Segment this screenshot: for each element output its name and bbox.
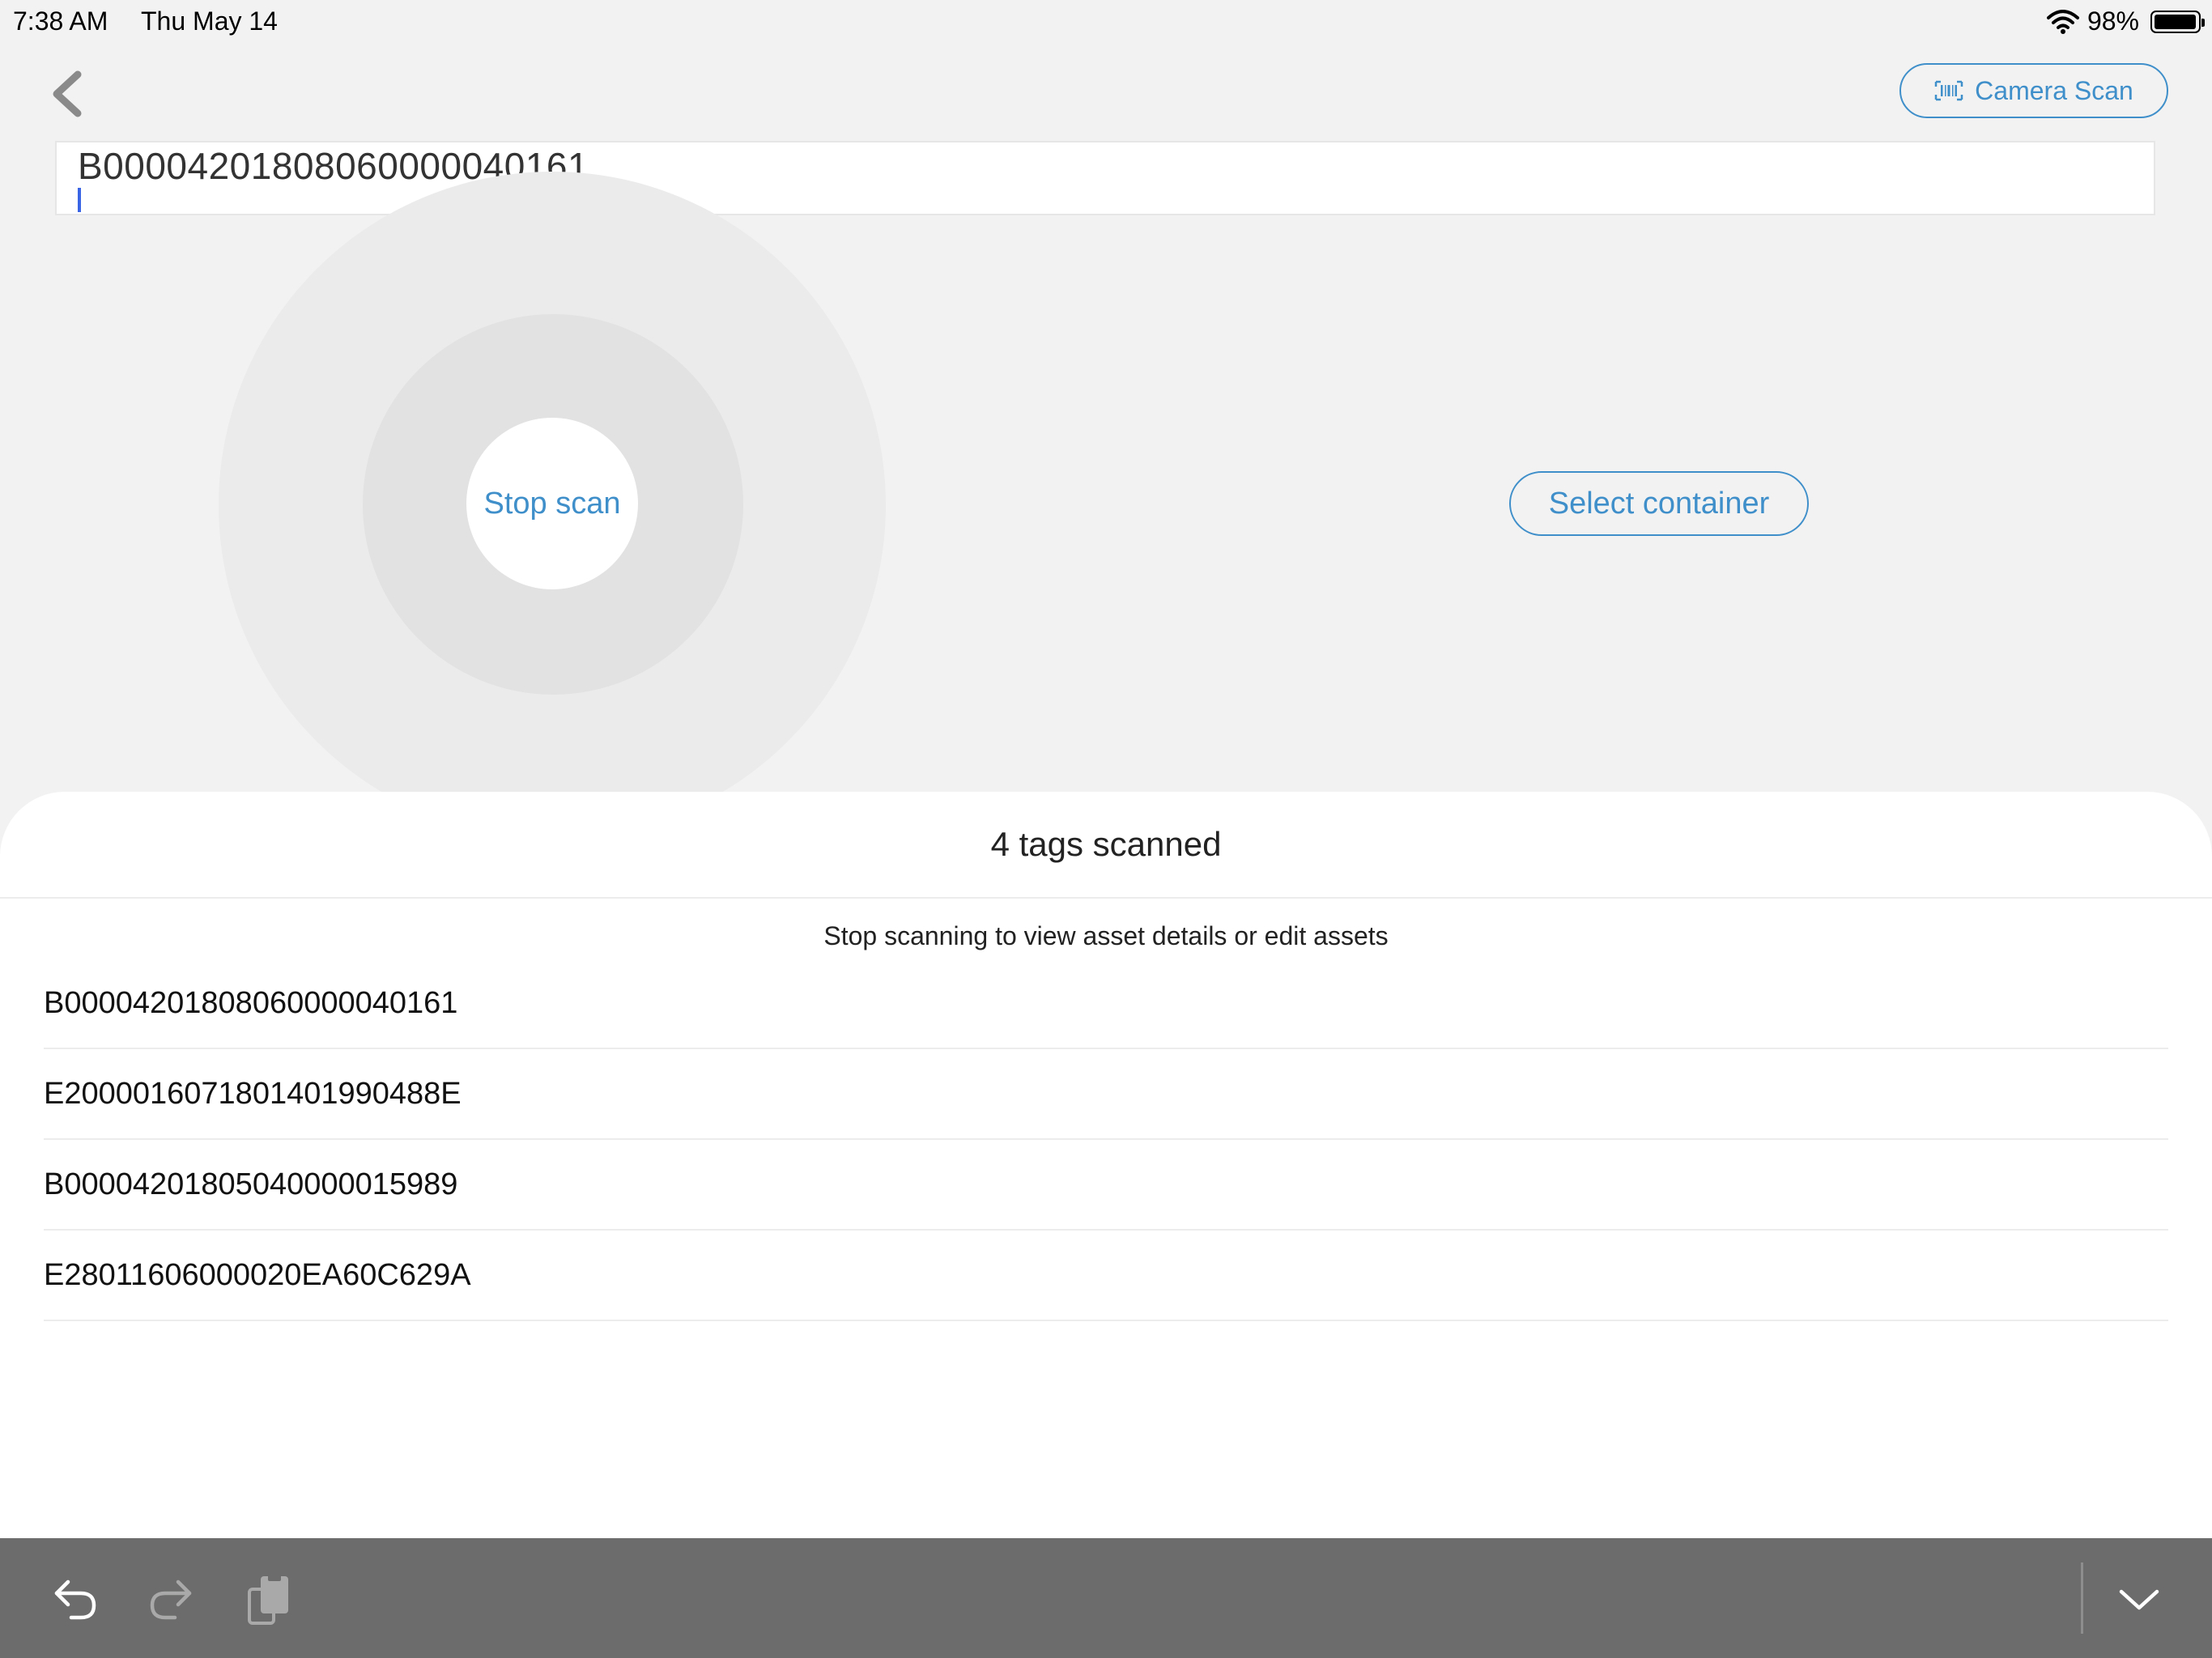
paste-icon: [248, 1575, 288, 1625]
battery-nub: [2201, 18, 2205, 27]
undo-button[interactable]: [42, 1567, 107, 1632]
redo-button[interactable]: [139, 1567, 204, 1632]
rfid-scan-screen: 7:38 AM Thu May 14 98% Camera Scan B0000…: [0, 0, 2212, 1658]
status-date: Thu May 14: [141, 6, 278, 36]
toolbar-divider: [2081, 1562, 2083, 1634]
status-indicators: 98%: [2046, 6, 2205, 36]
scan-input[interactable]: B00004201808060000040161: [55, 141, 2155, 215]
keyboard-shortcut-bar: [0, 1538, 2212, 1658]
wifi-icon: [2046, 9, 2079, 34]
stop-scan-button[interactable]: Stop scan: [466, 418, 638, 589]
scan-results-sheet: 4 tags scanned Stop scanning to view ass…: [0, 792, 2212, 1538]
battery-percent: 98%: [2087, 6, 2139, 36]
tag-list-item: B00004201808060000040161: [44, 959, 2168, 1049]
battery-icon: [2150, 10, 2205, 33]
camera-scan-label: Camera Scan: [1975, 75, 2133, 105]
barcode-icon: [1934, 80, 1963, 101]
select-container-button[interactable]: Select container: [1509, 471, 1809, 536]
paste-button[interactable]: [236, 1567, 301, 1632]
tag-list-item: E2000016071801401990488E: [44, 1049, 2168, 1140]
text-caret: [78, 188, 81, 212]
status-bar: 7:38 AM Thu May 14 98%: [0, 0, 2212, 45]
results-hint: Stop scanning to view asset details or e…: [823, 921, 1389, 950]
chevron-left-icon: [53, 70, 82, 117]
tag-list-item: E28011606000020EA60C629A: [44, 1231, 2168, 1321]
tag-list: B00004201808060000040161 E20000160718014…: [44, 959, 2168, 1321]
back-button[interactable]: [40, 65, 92, 123]
battery-level-fill: [2155, 14, 2196, 29]
undo-icon: [54, 1579, 96, 1620]
status-time: 7:38 AM: [13, 6, 108, 36]
dismiss-keyboard-button[interactable]: [2107, 1567, 2172, 1632]
redo-icon: [150, 1579, 192, 1620]
keyboard-dismiss-icon: [2119, 1589, 2159, 1610]
tag-list-item: B00004201805040000015989: [44, 1140, 2168, 1231]
camera-scan-button[interactable]: Camera Scan: [1899, 63, 2168, 118]
results-count-title: 4 tags scanned: [0, 792, 2212, 899]
